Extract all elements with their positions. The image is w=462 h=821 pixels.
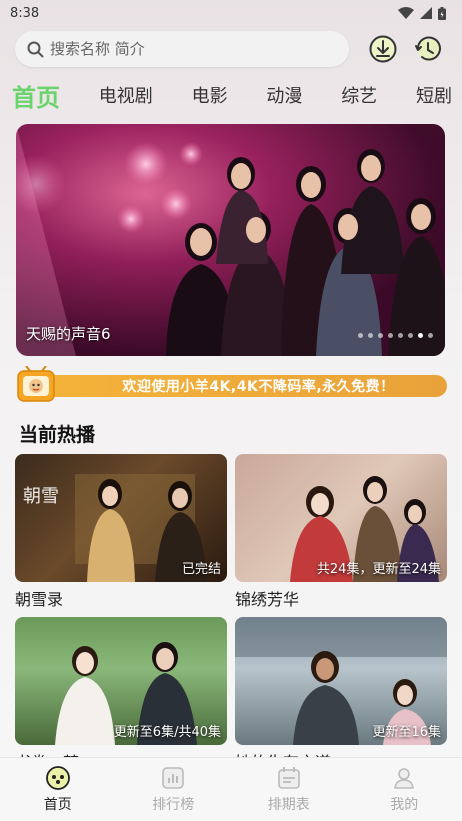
category-tabs: 首页 电视剧 电影 动漫 综艺 短剧 bbox=[12, 78, 452, 112]
show-card[interactable]: 更新至6集/共40集 书卷一梦 bbox=[15, 617, 227, 773]
tab-short-drama[interactable]: 短剧 bbox=[416, 82, 452, 108]
carousel-dot[interactable] bbox=[368, 333, 373, 338]
nav-schedule[interactable]: 排期表 bbox=[234, 765, 344, 814]
show-poster[interactable]: 共24集，更新至24集 bbox=[235, 454, 447, 582]
tab-movies[interactable]: 电影 bbox=[192, 82, 228, 108]
episode-badge: 更新至16集 bbox=[372, 725, 441, 740]
banner-caption: 天赐的声音6 bbox=[26, 325, 111, 343]
carousel-dot[interactable] bbox=[378, 333, 383, 338]
featured-banner[interactable]: 天赐的声音6 bbox=[16, 124, 445, 356]
status-time: 8:38 bbox=[10, 5, 40, 21]
episode-badge: 更新至6集/共40集 bbox=[113, 725, 221, 740]
announcement-text: 欢迎使用小羊4K,4K不降码率,永久免费！ bbox=[122, 379, 395, 395]
carousel-dot[interactable] bbox=[358, 333, 363, 338]
show-poster[interactable]: 朝雪 已完结 bbox=[15, 454, 227, 582]
carousel-dot[interactable] bbox=[408, 333, 413, 338]
tab-anime[interactable]: 动漫 bbox=[266, 82, 302, 108]
nav-label: 首页 bbox=[43, 797, 72, 813]
announcement-banner[interactable]: 欢迎使用小羊4K,4K不降码率,永久免费！ bbox=[16, 366, 447, 406]
carousel-dot-active[interactable] bbox=[418, 333, 423, 338]
download-icon[interactable] bbox=[368, 34, 398, 64]
chart-icon bbox=[162, 767, 185, 789]
show-poster[interactable]: 更新至16集 bbox=[235, 617, 447, 745]
history-icon[interactable] bbox=[413, 34, 443, 64]
home-icon bbox=[45, 766, 70, 790]
bottom-navigation: 首页 排行榜 排期表 我的 bbox=[0, 757, 462, 821]
carousel-indicator bbox=[358, 333, 433, 338]
carousel-dot[interactable] bbox=[398, 333, 403, 338]
search-input[interactable] bbox=[50, 40, 310, 58]
search-box[interactable] bbox=[15, 31, 349, 67]
tab-home[interactable]: 首页 bbox=[12, 78, 60, 113]
status-bar: 8:38 bbox=[0, 0, 462, 26]
episode-badge: 已完结 bbox=[181, 562, 221, 577]
calendar-icon bbox=[277, 767, 300, 789]
signal-icon bbox=[420, 7, 432, 19]
carousel-dot[interactable] bbox=[388, 333, 393, 338]
nav-profile[interactable]: 我的 bbox=[349, 765, 459, 814]
nav-home[interactable]: 首页 bbox=[3, 765, 113, 814]
show-card[interactable]: 朝雪 已完结 朝雪录 bbox=[15, 454, 227, 610]
svg-text:朝雪: 朝雪 bbox=[23, 486, 59, 507]
show-card[interactable]: 更新至16集 她的生存之道 bbox=[235, 617, 447, 773]
nav-label: 排行榜 bbox=[152, 797, 195, 813]
show-title[interactable]: 朝雪录 bbox=[15, 586, 227, 610]
sheep-tv-logo-icon bbox=[17, 366, 55, 402]
episode-badge: 共24集，更新至24集 bbox=[316, 562, 441, 577]
tab-variety[interactable]: 综艺 bbox=[341, 82, 377, 108]
tab-tv-series[interactable]: 电视剧 bbox=[99, 82, 153, 108]
battery-icon bbox=[438, 6, 446, 20]
user-icon bbox=[394, 768, 415, 789]
carousel-dot[interactable] bbox=[428, 333, 433, 338]
show-card[interactable]: 共24集，更新至24集 锦绣芳华 bbox=[235, 454, 447, 610]
search-icon bbox=[27, 41, 44, 57]
show-poster[interactable]: 更新至6集/共40集 bbox=[15, 617, 227, 745]
status-icons bbox=[398, 6, 446, 20]
nav-ranking[interactable]: 排行榜 bbox=[118, 765, 228, 814]
section-title: 当前热播 bbox=[19, 424, 96, 446]
banner-image bbox=[16, 124, 445, 356]
wifi-icon bbox=[398, 7, 414, 19]
announcement-bar: 欢迎使用小羊4K,4K不降码率,永久免费！ bbox=[30, 375, 447, 397]
show-title[interactable]: 锦绣芳华 bbox=[235, 586, 447, 610]
nav-label: 我的 bbox=[390, 797, 419, 813]
nav-label: 排期表 bbox=[267, 797, 310, 813]
